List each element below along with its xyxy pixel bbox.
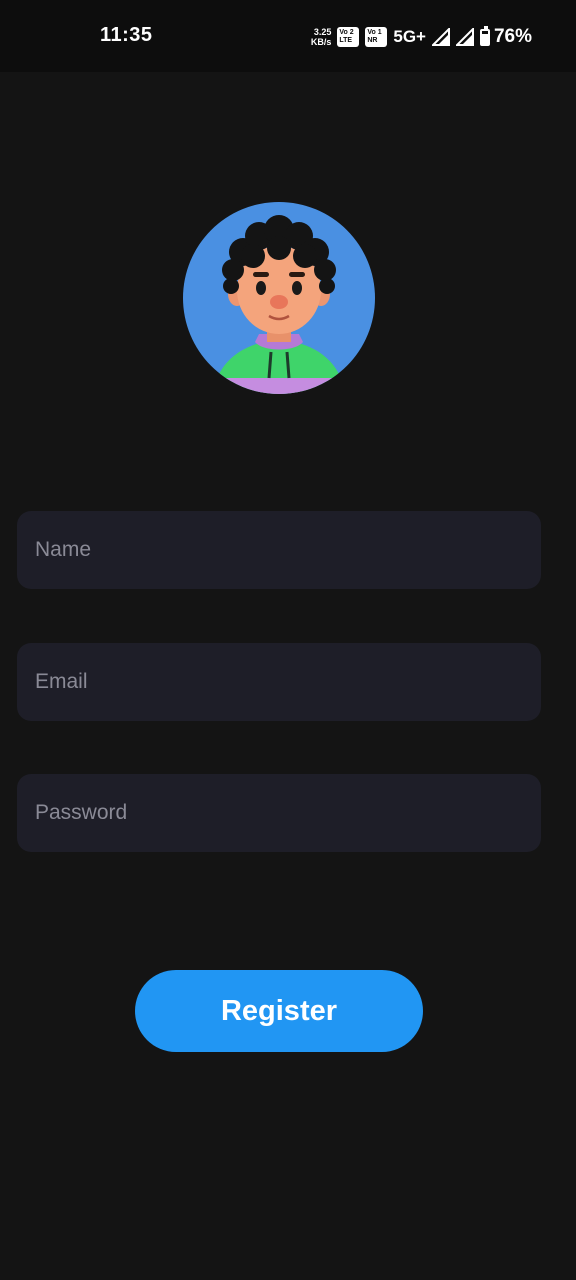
volte-lte-icon: Vo 2 LTE <box>337 27 360 47</box>
volte-nr-icon: Vo 1 NR <box>365 27 388 47</box>
battery: 76% <box>479 25 532 48</box>
signal-icon <box>431 28 450 46</box>
network-type: 5G+ <box>393 27 426 46</box>
volte-lte-num: 2 <box>349 29 354 36</box>
avatar-3d-boy-icon <box>213 215 345 394</box>
volte-nr-num: 1 <box>377 29 382 36</box>
battery-icon <box>479 25 490 46</box>
volte-nr-bottom: NR <box>367 37 378 44</box>
volte-lte-top: Vo <box>339 29 348 36</box>
network-speed: 3.25 KB/s <box>311 27 332 47</box>
volte-lte-bottom: LTE <box>339 37 353 44</box>
password-field[interactable] <box>17 774 541 852</box>
name-field[interactable] <box>17 511 541 589</box>
battery-percent: 76% <box>493 26 532 47</box>
status-icons: 3.25 KB/s Vo 2 LTE Vo 1 NR 5G+ 76% <box>311 24 532 50</box>
volte-nr-top: Vo <box>367 29 376 36</box>
avatar[interactable] <box>183 202 375 394</box>
network-speed-value: 3.25 <box>313 27 332 37</box>
signal-icon-2 <box>455 28 474 46</box>
email-field[interactable] <box>17 643 541 721</box>
register-button[interactable]: Register <box>135 970 423 1052</box>
network-speed-unit: KB/s <box>310 37 332 47</box>
status-time: 11:35 <box>100 24 153 46</box>
status-bar: 11:35 3.25 KB/s Vo 2 LTE Vo 1 NR 5G+ 76% <box>0 0 576 72</box>
